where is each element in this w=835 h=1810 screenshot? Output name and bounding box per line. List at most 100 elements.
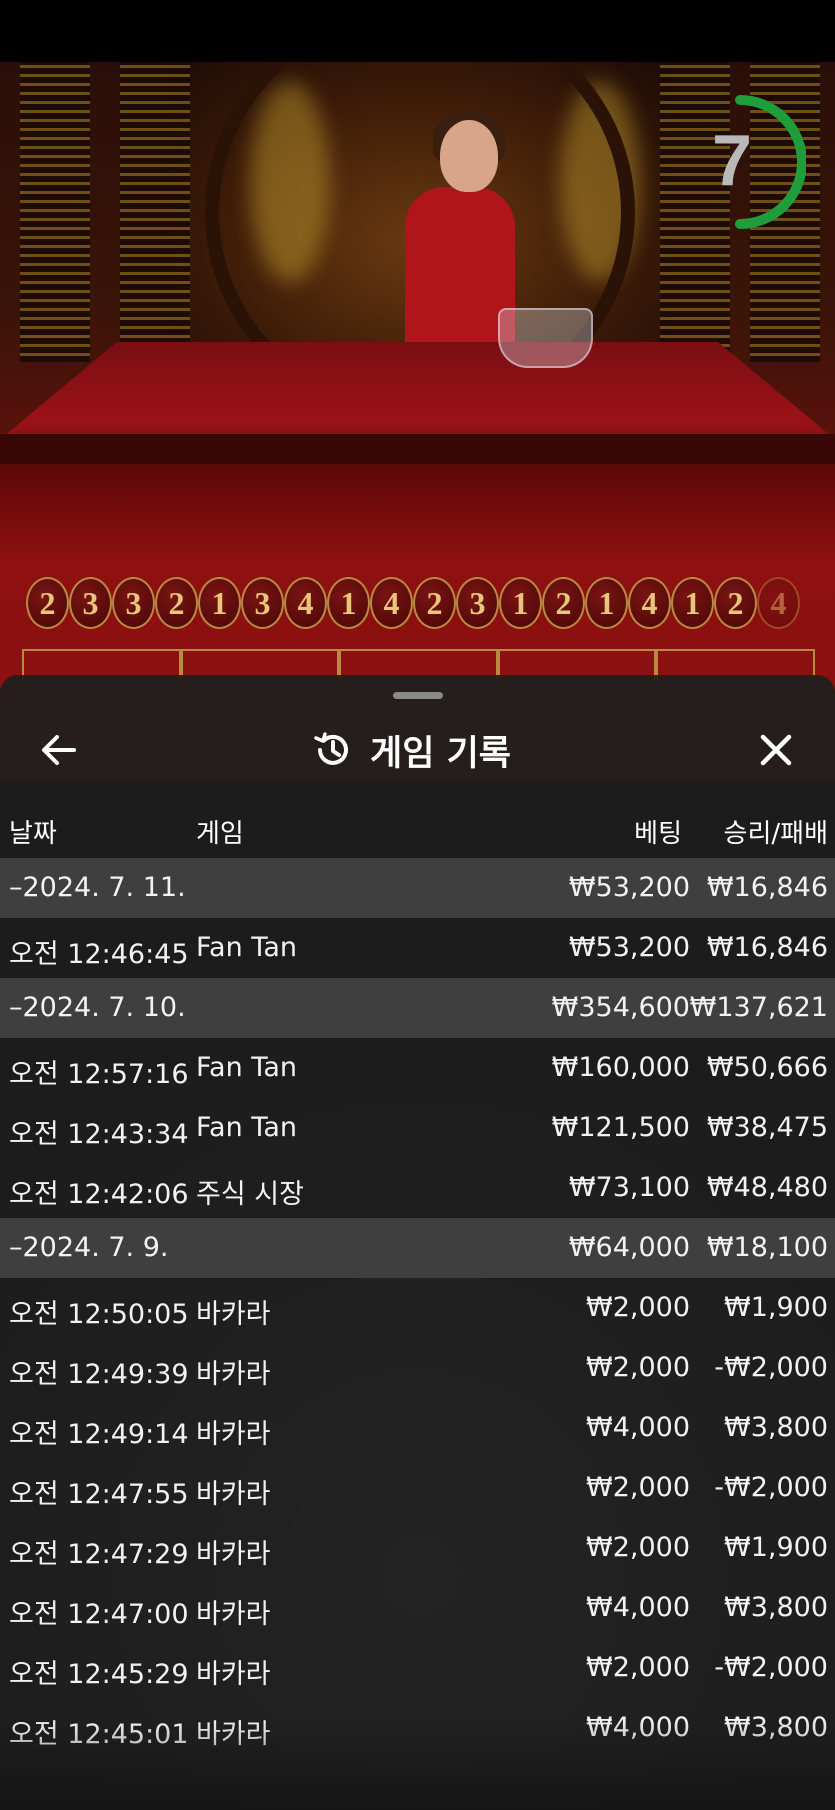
row-bet: ₩2,000 bbox=[586, 1472, 690, 1503]
game-history-sheet: 게임 기록 날짜 게임 베팅 승리/패배 –2024. 7. 11. ₩53,20… bbox=[0, 675, 835, 1810]
history-result-ball: 2 bbox=[542, 577, 585, 629]
dealer-head bbox=[440, 120, 498, 192]
history-row[interactable]: 오전 12:46:45 Fan Tan ₩53,200 ₩16,846 bbox=[0, 918, 835, 978]
row-game: Fan Tan bbox=[196, 1112, 297, 1143]
row-time: 오전 12:42:06 bbox=[9, 1179, 189, 1210]
date-group-header[interactable]: –2024. 7. 9. ₩64,000 ₩18,100 bbox=[0, 1218, 835, 1278]
row-win-loss: ₩38,475 bbox=[706, 1112, 828, 1143]
row-bet: ₩2,000 bbox=[586, 1532, 690, 1563]
history-row[interactable]: 오전 12:43:34 Fan Tan ₩121,500 ₩38,475 bbox=[0, 1098, 835, 1158]
history-result-ball: 3 bbox=[112, 577, 155, 629]
sheet-title: 게임 기록 bbox=[312, 727, 511, 774]
history-result-ball: 1 bbox=[585, 577, 628, 629]
row-time: 오전 12:50:05 bbox=[9, 1299, 189, 1330]
history-result-ball: 1 bbox=[499, 577, 542, 629]
history-result-ball: 4 bbox=[628, 577, 671, 629]
history-result-ball: 1 bbox=[671, 577, 714, 629]
history-row[interactable]: 오전 12:50:05 바카라 ₩2,000 ₩1,900 bbox=[0, 1278, 835, 1338]
group-win-total: ₩18,100 bbox=[706, 1232, 828, 1263]
date-group-header[interactable]: –2024. 7. 10. ₩354,600 ₩137,621 bbox=[0, 978, 835, 1038]
column-header-bet: 베팅 bbox=[634, 819, 682, 849]
lattice-panel-left-2 bbox=[120, 62, 190, 362]
row-game: 바카라 bbox=[196, 1599, 271, 1630]
row-bet: ₩2,000 bbox=[586, 1652, 690, 1683]
group-bet-total: ₩64,000 bbox=[568, 1232, 690, 1263]
row-bet: ₩4,000 bbox=[586, 1592, 690, 1623]
row-time: 오전 12:47:29 bbox=[9, 1539, 189, 1570]
row-bet: ₩160,000 bbox=[551, 1052, 690, 1083]
history-result-ball: 2 bbox=[26, 577, 69, 629]
row-game: 바카라 bbox=[196, 1539, 271, 1570]
row-bet: ₩53,200 bbox=[568, 932, 690, 963]
column-header-win-loss: 승리/패배 bbox=[723, 819, 828, 849]
row-game: 바카라 bbox=[196, 1659, 271, 1690]
row-time: 오전 12:49:14 bbox=[9, 1419, 189, 1450]
row-win-loss: ₩48,480 bbox=[706, 1172, 828, 1203]
history-row[interactable]: 오전 12:49:14 바카라 ₩4,000 ₩3,800 bbox=[0, 1398, 835, 1458]
history-result-ball: 4 bbox=[757, 577, 800, 629]
bead-bowl bbox=[498, 308, 593, 368]
row-game: 바카라 bbox=[196, 1719, 271, 1750]
history-result-ball: 3 bbox=[456, 577, 499, 629]
group-date: –2024. 7. 10. bbox=[9, 992, 186, 1023]
row-win-loss: -₩2,000 bbox=[714, 1652, 828, 1683]
row-time: 오전 12:47:00 bbox=[9, 1599, 189, 1630]
row-time: 오전 12:45:29 bbox=[9, 1659, 189, 1690]
row-win-loss: ₩3,800 bbox=[724, 1412, 828, 1443]
history-result-ball: 4 bbox=[284, 577, 327, 629]
row-win-loss: -₩2,000 bbox=[714, 1352, 828, 1383]
history-result-ball: 2 bbox=[714, 577, 757, 629]
back-button[interactable] bbox=[36, 727, 82, 773]
history-row[interactable]: 오전 12:47:00 바카라 ₩4,000 ₩3,800 bbox=[0, 1578, 835, 1638]
row-game: 바카라 bbox=[196, 1419, 271, 1450]
history-row[interactable]: 오전 12:45:29 바카라 ₩2,000 -₩2,000 bbox=[0, 1638, 835, 1698]
row-win-loss: -₩2,000 bbox=[714, 1472, 828, 1503]
history-row[interactable]: 오전 12:47:55 바카라 ₩2,000 -₩2,000 bbox=[0, 1458, 835, 1518]
group-bet-total: ₩354,600 bbox=[551, 992, 690, 1023]
history-clock-icon bbox=[314, 732, 348, 765]
history-result-ball: 4 bbox=[370, 577, 413, 629]
close-button[interactable] bbox=[753, 727, 799, 773]
group-date: –2024. 7. 9. bbox=[9, 1232, 169, 1263]
row-bet: ₩121,500 bbox=[551, 1112, 690, 1143]
history-result-ball: 1 bbox=[198, 577, 241, 629]
history-result-ball: 2 bbox=[413, 577, 456, 629]
row-win-loss: ₩16,846 bbox=[706, 932, 828, 963]
drag-handle[interactable] bbox=[393, 692, 443, 699]
arrow-left-icon bbox=[42, 735, 76, 765]
group-win-total: ₩16,846 bbox=[706, 872, 828, 903]
history-result-ball: 2 bbox=[155, 577, 198, 629]
column-headers: 날짜 게임 베팅 승리/패배 bbox=[0, 805, 835, 855]
row-time: 오전 12:43:34 bbox=[9, 1119, 189, 1150]
row-time: 오전 12:47:55 bbox=[9, 1479, 189, 1510]
history-row[interactable]: 오전 12:45:01 바카라 ₩4,000 ₩3,800 bbox=[0, 1698, 835, 1758]
row-game: 바카라 bbox=[196, 1479, 271, 1510]
row-game: 바카라 bbox=[196, 1299, 271, 1330]
row-win-loss: ₩50,666 bbox=[706, 1052, 828, 1083]
row-win-loss: ₩3,800 bbox=[724, 1712, 828, 1743]
row-game: Fan Tan bbox=[196, 1052, 297, 1083]
sheet-header: 게임 기록 bbox=[0, 715, 835, 785]
row-bet: ₩4,000 bbox=[586, 1412, 690, 1443]
history-row[interactable]: 오전 12:42:06 주식 시장 ₩73,100 ₩48,480 bbox=[0, 1158, 835, 1218]
row-bet: ₩2,000 bbox=[586, 1292, 690, 1323]
column-header-game: 게임 bbox=[196, 819, 244, 849]
countdown-timer-value: 7 bbox=[712, 121, 753, 201]
history-row[interactable]: 오전 12:57:16 Fan Tan ₩160,000 ₩50,666 bbox=[0, 1038, 835, 1098]
row-time: 오전 12:49:39 bbox=[9, 1359, 189, 1390]
row-game: 주식 시장 bbox=[196, 1179, 304, 1210]
history-row[interactable]: 오전 12:47:29 바카라 ₩2,000 ₩1,900 bbox=[0, 1518, 835, 1578]
row-bet: ₩73,100 bbox=[568, 1172, 690, 1203]
history-row[interactable]: 오전 12:49:39 바카라 ₩2,000 -₩2,000 bbox=[0, 1338, 835, 1398]
sheet-title-text: 게임 기록 bbox=[370, 733, 511, 774]
close-icon bbox=[760, 734, 792, 766]
date-group-header[interactable]: –2024. 7. 11. ₩53,200 ₩16,846 bbox=[0, 858, 835, 918]
group-date: –2024. 7. 11. bbox=[9, 872, 186, 903]
row-win-loss: ₩1,900 bbox=[724, 1532, 828, 1563]
column-header-date: 날짜 bbox=[9, 819, 57, 849]
group-bet-total: ₩53,200 bbox=[568, 872, 690, 903]
history-result-ball: 3 bbox=[69, 577, 112, 629]
history-list[interactable]: –2024. 7. 11. ₩53,200 ₩16,846 오전 12:46:45 Fa… bbox=[0, 858, 835, 1758]
history-result-ball: 1 bbox=[327, 577, 370, 629]
history-result-ball: 3 bbox=[241, 577, 284, 629]
